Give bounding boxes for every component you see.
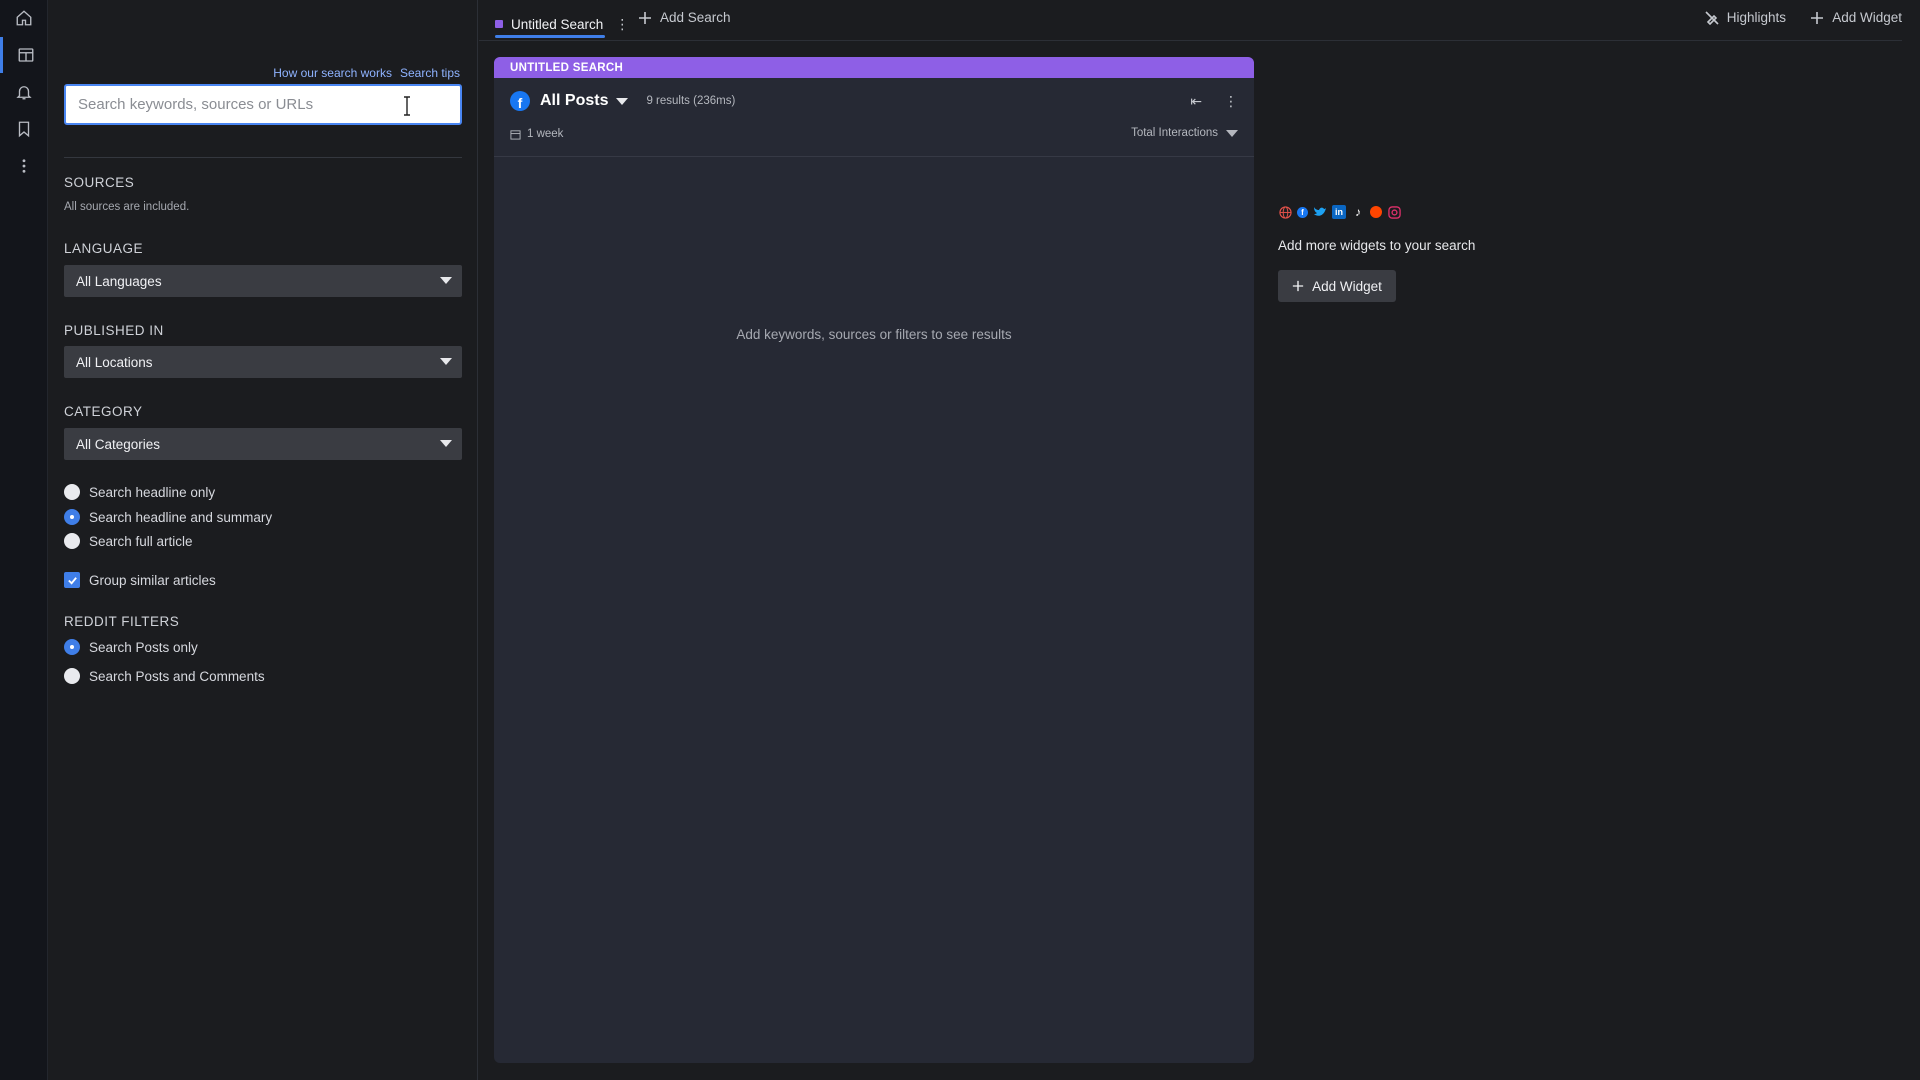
scope-label: Search headline and summary bbox=[89, 509, 273, 525]
add-search-button[interactable]: Add Search bbox=[638, 10, 731, 25]
highlight-off-icon bbox=[1705, 10, 1719, 25]
sort-dropdown[interactable]: Total Interactions bbox=[1131, 127, 1238, 139]
plus-icon bbox=[1811, 11, 1824, 24]
radio-button[interactable] bbox=[64, 668, 80, 684]
bell-icon[interactable] bbox=[0, 74, 48, 110]
radio-button[interactable] bbox=[64, 639, 80, 655]
radio-button[interactable] bbox=[64, 533, 80, 549]
search-box[interactable] bbox=[64, 84, 462, 125]
search-widget: UNTITLED SEARCH f All Posts 9 results (2… bbox=[494, 57, 1254, 1063]
published-in-title: PUBLISHED IN bbox=[64, 323, 164, 338]
empty-state-message: Add keywords, sources or filters to see … bbox=[736, 327, 1012, 342]
scope-headline-summary[interactable]: Search headline and summary bbox=[64, 509, 272, 525]
radio-button[interactable] bbox=[64, 484, 80, 500]
widget-title-row: f All Posts 9 results (236ms) bbox=[510, 91, 735, 111]
group-similar-option[interactable]: Group similar articles bbox=[64, 572, 216, 588]
twitter-icon bbox=[1313, 205, 1327, 219]
help-links: How our search works Search tips bbox=[273, 66, 460, 80]
chevron-down-icon bbox=[440, 440, 452, 447]
reddit-filters-title: REDDIT FILTERS bbox=[64, 614, 180, 629]
more-vertical-icon[interactable]: ⋮ bbox=[1224, 93, 1238, 110]
more-vertical-icon[interactable] bbox=[0, 148, 48, 184]
highlights-button[interactable]: Highlights bbox=[1705, 10, 1786, 25]
widget-actions: ⇤ ⋮ bbox=[1190, 93, 1238, 110]
instagram-icon bbox=[1387, 205, 1401, 219]
add-search-label: Add Search bbox=[660, 10, 731, 25]
tab-label: Untitled Search bbox=[511, 16, 604, 32]
scope-label: Search headline only bbox=[89, 484, 216, 500]
chevron-down-icon bbox=[440, 277, 452, 284]
top-bar: Untitled Search ⋮ Add Search Highlights … bbox=[479, 0, 1902, 41]
check-icon bbox=[67, 576, 77, 585]
globe-icon bbox=[1278, 205, 1292, 219]
widget-divider bbox=[494, 156, 1254, 157]
location-select[interactable]: All Locations bbox=[64, 346, 462, 378]
radio-button[interactable] bbox=[64, 509, 80, 525]
search-input[interactable] bbox=[78, 96, 448, 113]
group-similar-label: Group similar articles bbox=[89, 572, 216, 588]
reddit-posts-only[interactable]: Search Posts only bbox=[64, 639, 198, 655]
post-type-dropdown[interactable]: All Posts bbox=[540, 92, 629, 110]
add-widgets-text: Add more widgets to your search bbox=[1278, 238, 1476, 253]
add-widget-label: Add Widget bbox=[1312, 278, 1382, 294]
location-selected: All Locations bbox=[76, 354, 153, 370]
category-title: CATEGORY bbox=[64, 404, 143, 419]
scope-headline-only[interactable]: Search headline only bbox=[64, 484, 215, 500]
more-vertical-icon[interactable]: ⋮ bbox=[615, 16, 629, 33]
language-select[interactable]: All Languages bbox=[64, 265, 462, 297]
reddit-option-label: Search Posts only bbox=[89, 639, 198, 655]
tiktok-icon: ♪ bbox=[1355, 205, 1361, 219]
add-widget-button[interactable]: Add Widget bbox=[1278, 270, 1396, 302]
group-similar-checkbox[interactable] bbox=[64, 572, 80, 588]
date-range[interactable]: 1 week bbox=[510, 128, 563, 140]
tab-untitled-search[interactable]: Untitled Search ⋮ bbox=[495, 10, 629, 38]
collapse-icon[interactable]: ⇤ bbox=[1190, 93, 1202, 110]
reddit-posts-comments[interactable]: Search Posts and Comments bbox=[64, 668, 265, 684]
sources-title: SOURCES bbox=[64, 175, 135, 190]
chevron-down-icon bbox=[1226, 129, 1238, 137]
sources-subtitle: All sources are included. bbox=[64, 201, 190, 213]
sort-label: Total Interactions bbox=[1131, 127, 1218, 139]
chevron-down-icon bbox=[616, 97, 629, 105]
language-selected: All Languages bbox=[76, 273, 162, 289]
scope-full-article[interactable]: Search full article bbox=[64, 533, 193, 549]
facebook-icon[interactable]: f bbox=[510, 91, 530, 111]
dashboard-icon[interactable] bbox=[0, 37, 48, 73]
add-widget-top-button[interactable]: Add Widget bbox=[1810, 10, 1902, 25]
calendar-icon bbox=[510, 129, 521, 140]
widget-header: UNTITLED SEARCH bbox=[494, 57, 1254, 78]
chevron-down-icon bbox=[440, 358, 452, 365]
widget-title: All Posts bbox=[540, 92, 609, 109]
social-icons: f in ♪ bbox=[1278, 204, 1578, 220]
plus-icon bbox=[639, 11, 651, 24]
category-selected: All Categories bbox=[76, 436, 161, 452]
search-sidebar: How our search works Search tips SOURCES… bbox=[48, 0, 478, 1080]
bookmark-icon[interactable] bbox=[0, 111, 48, 147]
result-count: 9 results (236ms) bbox=[646, 95, 736, 107]
plus-icon bbox=[1292, 280, 1304, 292]
scope-label: Search full article bbox=[89, 533, 193, 549]
home-icon[interactable] bbox=[0, 0, 48, 36]
category-select[interactable]: All Categories bbox=[64, 428, 462, 460]
icon-rail bbox=[0, 0, 48, 1080]
add-widget-area: f in ♪ Add more widgets to your search A… bbox=[1278, 204, 1578, 302]
search-tips-link[interactable]: Search tips bbox=[400, 66, 460, 80]
highlights-label: Highlights bbox=[1726, 10, 1786, 25]
text-cursor-icon bbox=[404, 96, 410, 116]
how-search-works-link[interactable]: How our search works bbox=[273, 66, 392, 80]
linkedin-icon: in bbox=[1332, 205, 1346, 219]
facebook-icon: f bbox=[1297, 206, 1308, 218]
divider bbox=[64, 157, 462, 158]
date-range-label: 1 week bbox=[527, 128, 564, 140]
reddit-option-label: Search Posts and Comments bbox=[89, 668, 265, 684]
language-title: LANGUAGE bbox=[64, 241, 144, 256]
tab-color-square bbox=[495, 20, 503, 28]
reddit-icon bbox=[1370, 206, 1382, 218]
add-widget-label: Add Widget bbox=[1832, 10, 1902, 25]
active-tab-indicator bbox=[495, 35, 605, 38]
